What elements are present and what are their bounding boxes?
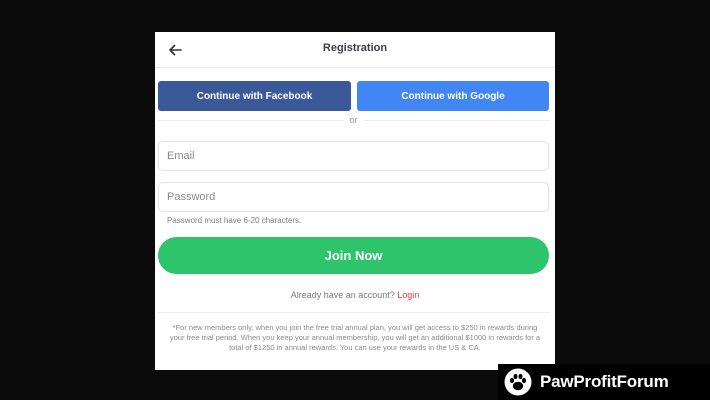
password-hint: Password must have 6-20 characters. [167, 216, 302, 225]
password-field[interactable] [158, 182, 549, 212]
login-prompt: Already have an account? Login [155, 290, 555, 300]
continue-with-google-button[interactable]: Continue with Google [357, 81, 549, 111]
watermark-text: PawProfitForum [540, 372, 669, 391]
login-link[interactable]: Login [397, 290, 419, 300]
or-separator: or [158, 115, 549, 126]
continue-with-facebook-button[interactable]: Continue with Facebook [158, 81, 351, 111]
or-text: or [343, 115, 364, 125]
email-field[interactable] [158, 141, 549, 171]
divider [158, 312, 549, 313]
watermark-logo: PawProfitForum [498, 364, 710, 400]
page-title: Registration [322, 42, 388, 54]
join-now-button[interactable]: Join Now [158, 237, 549, 274]
login-prompt-text: Already have an account? [290, 290, 395, 300]
header-bar: Registration [155, 32, 555, 68]
registration-card: Registration Continue with Facebook Cont… [155, 32, 555, 370]
rewards-disclaimer: *For new members only, when you join the… [169, 323, 541, 352]
paw-icon [504, 368, 532, 396]
